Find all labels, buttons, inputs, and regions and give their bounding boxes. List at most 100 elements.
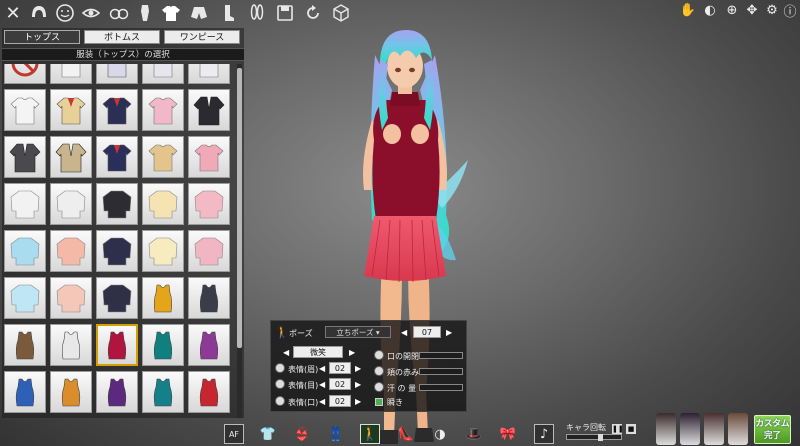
clothing-item[interactable] — [4, 89, 46, 131]
hair-icon[interactable] — [28, 2, 50, 24]
expression-next-arrow[interactable]: ▶ — [349, 348, 355, 357]
bottoms-icon[interactable] — [188, 2, 210, 24]
chest-icon[interactable] — [108, 2, 130, 24]
clothing-item[interactable] — [142, 324, 184, 366]
clothing-item[interactable] — [96, 136, 138, 178]
mouth-next-arrow[interactable]: ▶ — [355, 397, 361, 406]
clothing-item[interactable] — [142, 277, 184, 319]
clothing-item[interactable] — [96, 183, 138, 225]
music-note-icon[interactable]: ♪ — [534, 424, 554, 444]
clothing-item[interactable] — [4, 64, 46, 84]
eyes-next-arrow[interactable]: ▶ — [355, 380, 361, 389]
tab-onepiece[interactable]: ワンピース — [164, 30, 240, 44]
eyebrow-next-arrow[interactable]: ▶ — [355, 364, 361, 373]
scrollbar[interactable] — [237, 64, 242, 418]
clothing-item[interactable] — [142, 64, 184, 84]
clothing-item[interactable] — [4, 324, 46, 366]
clothing-item[interactable] — [96, 89, 138, 131]
clothing-thumbnail — [153, 378, 173, 407]
clothing-item[interactable] — [96, 230, 138, 272]
clothing-item[interactable] — [50, 89, 92, 131]
move-icon[interactable]: ✥ — [744, 2, 760, 18]
pose-select[interactable]: 立ちポーズ ▾ — [325, 326, 391, 338]
face-icon[interactable] — [54, 2, 76, 24]
clothing-item[interactable] — [96, 371, 138, 413]
clothing-item[interactable] — [4, 277, 46, 319]
pose-figure-icon[interactable]: 🚶 — [360, 424, 380, 444]
clothing-item[interactable] — [4, 230, 46, 272]
shoes-toggle-icon[interactable]: 👠 — [396, 424, 416, 444]
clothing-item[interactable] — [50, 277, 92, 319]
clothing-item[interactable] — [188, 277, 230, 319]
music-toggle-icon[interactable]: 🎀 — [498, 424, 518, 444]
reset-icon[interactable] — [302, 2, 324, 24]
character-thumb-1[interactable] — [656, 413, 676, 445]
clothing-item[interactable] — [142, 183, 184, 225]
clothing-item[interactable] — [188, 371, 230, 413]
character-thumb-4[interactable] — [728, 413, 748, 445]
tops-toggle-icon[interactable]: 👕 — [258, 424, 278, 444]
help-icon[interactable]: ⓘ — [782, 2, 798, 20]
tops-icon[interactable] — [160, 2, 182, 24]
af-icon[interactable]: AF — [224, 424, 244, 444]
lighting-icon[interactable]: ◑ — [430, 424, 450, 444]
scroll-thumb[interactable] — [237, 68, 242, 348]
bottoms-toggle-icon[interactable]: 👖 — [326, 424, 346, 444]
sweat-slider[interactable] — [419, 384, 463, 391]
body-icon[interactable] — [134, 2, 156, 24]
eyes-prev-arrow[interactable]: ◀ — [319, 380, 325, 389]
eye-icon[interactable] — [80, 2, 102, 24]
clothing-item[interactable] — [96, 277, 138, 319]
pause-icon[interactable]: ❚❚ — [612, 424, 624, 434]
stockings-icon[interactable] — [216, 2, 238, 24]
pose-next-arrow[interactable]: ▶ — [446, 328, 452, 337]
mouth-prev-arrow[interactable]: ◀ — [319, 397, 325, 406]
blush-slider[interactable] — [419, 368, 463, 375]
clothing-item[interactable] — [50, 324, 92, 366]
clothing-item[interactable] — [4, 371, 46, 413]
finish-custom-button[interactable]: カスタム 完了 — [754, 415, 791, 444]
clothing-item[interactable] — [142, 136, 184, 178]
camera-pose-icon[interactable]: ◐ — [702, 2, 718, 18]
bunny-ears-icon[interactable] — [246, 2, 268, 24]
clothing-item[interactable] — [142, 89, 184, 131]
clothing-item[interactable] — [50, 371, 92, 413]
settings-icon[interactable]: ⚙ — [764, 2, 780, 18]
clothing-item[interactable] — [96, 64, 138, 84]
clothing-item[interactable] — [50, 230, 92, 272]
clothing-item[interactable] — [188, 136, 230, 178]
clothing-item[interactable] — [50, 183, 92, 225]
clothing-item[interactable] — [188, 324, 230, 366]
clothing-item[interactable] — [4, 183, 46, 225]
character-thumb-2[interactable] — [680, 413, 700, 445]
clothing-item[interactable] — [142, 371, 184, 413]
clothing-item[interactable] — [188, 230, 230, 272]
clothing-item[interactable] — [50, 64, 92, 84]
clothing-item[interactable] — [50, 136, 92, 178]
hat-icon[interactable]: 🎩 — [464, 424, 484, 444]
clothing-item[interactable] — [142, 230, 184, 272]
tab-bottoms[interactable]: ボトムス — [84, 30, 160, 44]
close-icon[interactable]: ✕ — [2, 2, 24, 24]
clothing-item[interactable] — [188, 89, 230, 131]
rotate-slider-knob[interactable] — [598, 434, 604, 441]
clothing-item[interactable] — [96, 324, 138, 366]
chevron-down-icon: ▾ — [375, 328, 380, 337]
mouth-open-slider[interactable] — [419, 352, 463, 359]
save-icon[interactable] — [274, 2, 296, 24]
blink-checkbox[interactable] — [375, 398, 383, 406]
character-thumb-3[interactable] — [704, 413, 724, 445]
rotate-slider[interactable] — [566, 434, 622, 441]
zoom-icon[interactable]: ⊕ — [724, 2, 740, 18]
tab-tops[interactable]: トップス — [4, 30, 80, 44]
clothing-item[interactable] — [4, 136, 46, 178]
light-icon[interactable]: ✋ — [680, 2, 696, 18]
clothing-item[interactable] — [188, 183, 230, 225]
cube-icon[interactable] — [330, 2, 352, 24]
bra-toggle-icon[interactable]: 👙 — [292, 424, 312, 444]
eyebrow-prev-arrow[interactable]: ◀ — [319, 364, 325, 373]
clothing-item[interactable] — [188, 64, 230, 84]
stop-icon[interactable]: ■ — [626, 424, 636, 434]
expression-prev-arrow[interactable]: ◀ — [283, 348, 289, 357]
pose-prev-arrow[interactable]: ◀ — [401, 328, 407, 337]
